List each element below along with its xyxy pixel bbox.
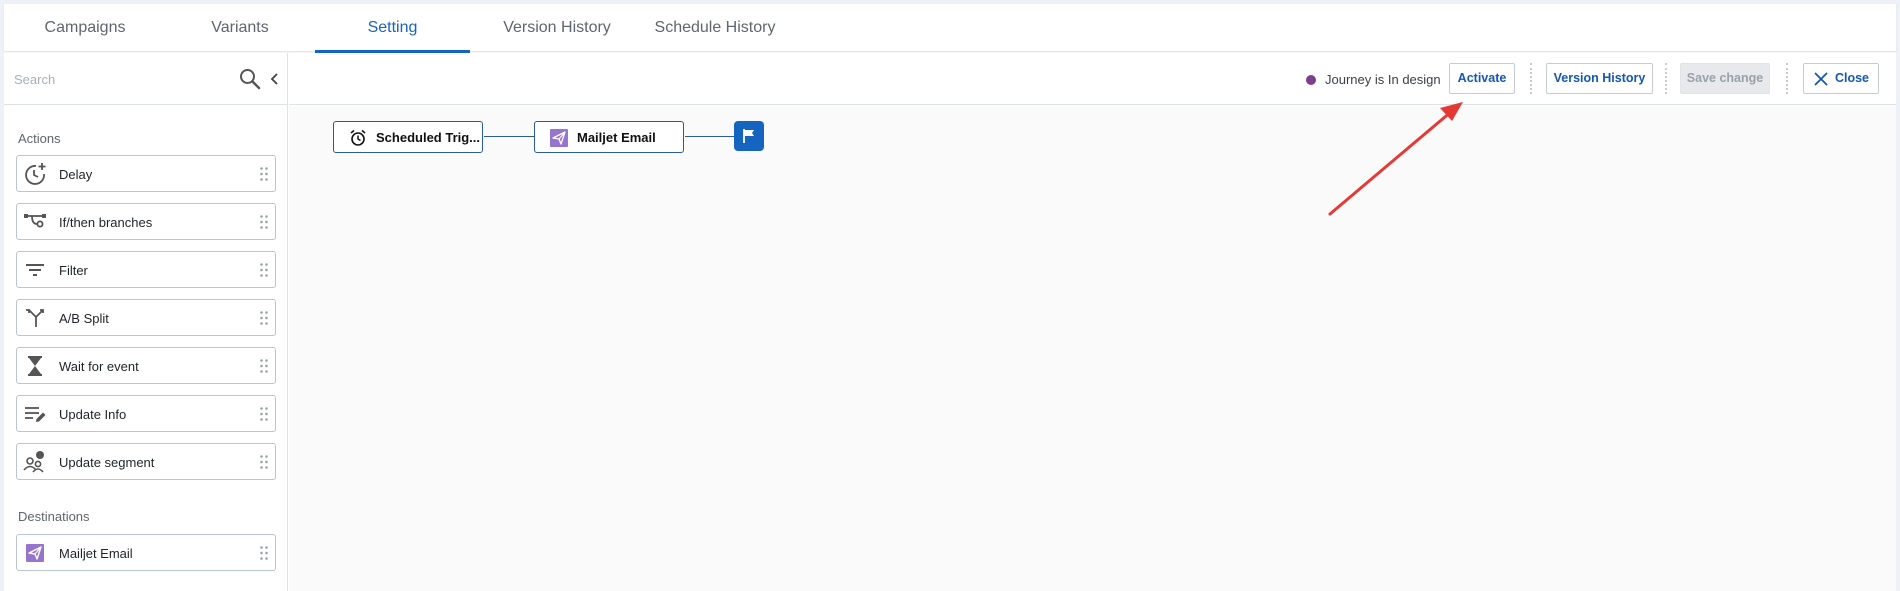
- node-label: Scheduled Trig...: [376, 130, 481, 145]
- journey-editor: Campaigns Variants Setting Version Histo…: [4, 4, 1896, 591]
- branch-icon: [24, 214, 46, 228]
- action-item-filter[interactable]: Filter: [16, 251, 276, 288]
- close-label: Close: [1834, 71, 1870, 85]
- search-input[interactable]: [14, 67, 234, 91]
- journey-status: Journey is In design: [1325, 72, 1441, 87]
- tab-variants[interactable]: Variants: [169, 4, 311, 52]
- action-label: Filter: [59, 263, 88, 278]
- action-item-delay[interactable]: Delay: [16, 155, 276, 192]
- status-dot: [1306, 75, 1316, 85]
- action-item-wait-for-event[interactable]: Wait for event: [16, 347, 276, 384]
- drag-handle-icon[interactable]: [259, 214, 269, 230]
- destination-label: Mailjet Email: [59, 546, 133, 561]
- action-label: Update Info: [59, 407, 127, 422]
- drag-handle-icon[interactable]: [259, 262, 269, 278]
- save-change-button[interactable]: Save change: [1680, 63, 1770, 94]
- actions-heading: Actions: [18, 131, 61, 146]
- toolbar-divider: [1665, 63, 1667, 94]
- action-label: Delay: [59, 167, 93, 182]
- delay-icon: [25, 163, 46, 185]
- toolbar-divider: [1786, 63, 1788, 94]
- action-item-update-segment[interactable]: Update segment: [16, 443, 276, 480]
- hourglass-icon: [28, 356, 42, 376]
- drag-handle-icon[interactable]: [259, 310, 269, 326]
- action-item-if-then-branches[interactable]: If/then branches: [16, 203, 276, 240]
- close-icon: [1814, 72, 1828, 86]
- alarm-clock-icon: [350, 129, 366, 146]
- chevron-left-icon[interactable]: [267, 69, 281, 89]
- activate-button[interactable]: Activate: [1449, 63, 1515, 94]
- drag-handle-icon[interactable]: [259, 358, 269, 374]
- split-icon: [26, 309, 44, 327]
- action-item-update-info[interactable]: Update Info: [16, 395, 276, 432]
- destination-item-mailjet-email[interactable]: Mailjet Email: [16, 534, 276, 571]
- drag-handle-icon[interactable]: [259, 545, 269, 561]
- action-label: Wait for event: [59, 359, 139, 374]
- tab-schedule-history[interactable]: Schedule History: [640, 4, 790, 52]
- mailjet-icon: [550, 129, 568, 147]
- version-history-button[interactable]: Version History: [1546, 63, 1653, 94]
- node-connector: [484, 136, 534, 137]
- action-label: A/B Split: [59, 311, 109, 326]
- drag-handle-icon[interactable]: [259, 406, 269, 422]
- node-connector: [685, 136, 734, 137]
- journey-canvas: Scheduled Trig... Mailjet Email: [289, 106, 1896, 591]
- search-bar: [4, 53, 288, 105]
- drag-handle-icon[interactable]: [259, 166, 269, 182]
- tab-campaigns[interactable]: Campaigns: [14, 4, 156, 52]
- toolbar-divider: [1530, 63, 1532, 94]
- action-label: If/then branches: [59, 215, 153, 230]
- flag-icon: [743, 129, 754, 143]
- journey-end-node[interactable]: [734, 121, 764, 151]
- mailjet-icon: [26, 544, 44, 562]
- node-label: Mailjet Email: [577, 130, 656, 145]
- tab-setting[interactable]: Setting: [315, 4, 470, 53]
- edit-list-icon: [25, 407, 46, 422]
- action-label: Update segment: [59, 455, 155, 470]
- scheduled-trigger-node[interactable]: Scheduled Trig...: [333, 121, 483, 153]
- drag-handle-icon[interactable]: [259, 454, 269, 470]
- tab-version-history[interactable]: Version History: [482, 4, 632, 52]
- actions-sidebar: Actions Delay If/then branches: [4, 53, 288, 591]
- mailjet-email-node[interactable]: Mailjet Email: [534, 121, 684, 153]
- journey-toolbar: Journey is In design Activate Version Hi…: [289, 53, 1896, 105]
- destinations-heading: Destinations: [18, 509, 90, 524]
- segment-icon: [23, 451, 44, 473]
- close-button[interactable]: Close: [1803, 63, 1879, 94]
- tab-bar: Campaigns Variants Setting Version Histo…: [4, 4, 1896, 53]
- filter-icon: [26, 264, 44, 276]
- action-item-ab-split[interactable]: A/B Split: [16, 299, 276, 336]
- search-icon[interactable]: [238, 67, 262, 91]
